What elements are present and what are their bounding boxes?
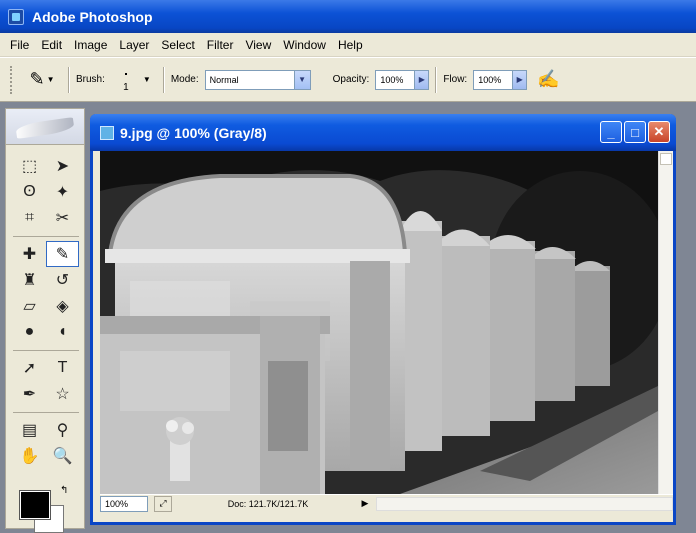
horizontal-scrollbar[interactable] [376,496,673,511]
document-window: 9.jpg @ 100% (Gray/8) _ □ ✕ 100% ⤢ Doc: … [90,114,676,525]
mode-dropdown-icon[interactable]: ▼ [293,70,310,89]
zoom-tool-icon[interactable]: 🔍 [46,443,79,469]
marquee-tool-icon[interactable]: ⬚ [13,153,46,179]
pen-tool-icon[interactable]: ✒ [13,381,46,407]
tool-preset-picker[interactable]: ✎ ▼ [22,68,62,92]
opacity-value: 100% [380,74,404,85]
flow-value: 100% [478,74,502,85]
type-tool-icon[interactable]: T [46,355,79,381]
scroll-up-arrow[interactable] [660,153,672,165]
brush-label: Brush: [76,74,105,85]
lasso-tool-icon[interactable]: ʘ [13,179,46,205]
zoom-value: 100% [105,498,129,509]
opacity-field[interactable]: 100% [375,69,416,90]
clone-stamp-tool-icon[interactable]: ♜ [13,267,46,293]
separator [162,66,165,93]
image-canvas[interactable] [100,151,658,494]
document-title: 9.jpg @ 100% (Gray/8) [120,124,267,141]
separator [435,66,438,93]
dodge-tool-icon[interactable]: ◖ [46,319,79,345]
brush-tool-icon: ✎ [29,69,45,89]
document-titlebar[interactable]: 9.jpg @ 100% (Gray/8) _ □ ✕ [90,114,676,151]
eraser-tool-icon[interactable]: ▱ [13,293,46,319]
toolbox: ⬚ ➤ ʘ ✦ ⌗ ✂ ✚ ✎ ♜ ↺ ▱ ◈ ● ◖ ➚ T ✒ ☆ ▤ ⚲ … [5,108,85,533]
photoshop-app: Adobe Photoshop File Edit Image Layer Se… [0,0,696,533]
magic-wand-tool-icon[interactable]: ✦ [46,179,79,205]
app-title: Adobe Photoshop [32,8,153,25]
app-titlebar: Adobe Photoshop [0,0,696,33]
dropdown-arrow-icon: ▼ [46,75,55,84]
zoom-field[interactable]: 100% [100,495,148,512]
minimize-button[interactable]: _ [600,121,622,143]
opacity-label: Opacity: [332,74,370,85]
color-swatches: ↰ [16,485,76,533]
options-bar: ✎ ▼ Brush: 1 ▼ Mode: Normal ▼ Opacity: 10… [0,57,696,102]
airbrush-icon[interactable]: ✍ [537,69,559,90]
path-selection-tool-icon[interactable]: ➚ [13,355,46,381]
menu-layer[interactable]: Layer [113,38,155,52]
opacity-slider-arrow-icon[interactable]: ▶ [415,69,430,90]
shape-tool-icon[interactable]: ☆ [46,381,79,407]
menu-edit[interactable]: Edit [35,38,68,52]
crop-tool-icon[interactable]: ⌗ [13,205,46,231]
menu-filter[interactable]: Filter [201,38,240,52]
status-menu-arrow-icon[interactable]: ▶ [358,497,372,511]
swap-colors-icon[interactable]: ↰ [60,485,68,496]
history-brush-tool-icon[interactable]: ↺ [46,267,79,293]
menu-view[interactable]: View [239,38,277,52]
tomb-photo [100,151,658,494]
front-small-tomb [100,316,330,494]
document-icon [100,125,114,140]
menu-file[interactable]: File [4,38,35,52]
zoom-menu-icon[interactable]: ⤢ [154,495,172,512]
flow-slider-arrow-icon[interactable]: ▶ [513,69,528,90]
move-tool-icon[interactable]: ➤ [46,153,79,179]
menu-image[interactable]: Image [68,38,113,52]
photoshop-icon [8,8,24,25]
mode-select[interactable]: Normal ▼ [204,69,311,90]
window-controls: _ □ ✕ [600,121,670,143]
hand-tool-icon[interactable]: ✋ [13,443,46,469]
tool-grid: ⬚ ➤ ʘ ✦ ⌗ ✂ ✚ ✎ ♜ ↺ ▱ ◈ ● ◖ ➚ T ✒ ☆ ▤ ⚲ … [13,153,79,469]
vertical-scrollbar[interactable] [658,151,673,494]
menu-help[interactable]: Help [332,38,369,52]
blur-tool-icon[interactable]: ● [13,319,46,345]
paint-bucket-tool-icon[interactable]: ◈ [46,293,79,319]
menu-select[interactable]: Select [155,38,200,52]
menu-window[interactable]: Window [277,38,332,52]
menu-bar: File Edit Image Layer Select Filter View… [0,33,696,57]
foreground-color-swatch[interactable] [19,490,51,520]
flow-label: Flow: [443,74,468,85]
doc-info: Doc: 121.7K/121.7K [227,498,309,509]
slice-tool-icon[interactable]: ✂ [46,205,79,231]
flow-field[interactable]: 100% [473,69,514,90]
status-bar: 100% ⤢ Doc: 121.7K/121.7K ▶ [100,494,673,512]
separator [68,66,70,93]
brush-dropdown-icon[interactable]: ▼ [143,75,151,84]
brush-tool-icon[interactable]: ✎ [46,241,79,267]
brush-picker[interactable]: 1 [111,67,141,93]
close-button[interactable]: ✕ [648,121,670,143]
mode-label: Mode: [170,74,199,85]
eyedropper-tool-icon[interactable]: ⚲ [46,417,79,443]
toolbox-header-feather-icon[interactable] [6,109,84,145]
healing-brush-tool-icon[interactable]: ✚ [13,241,46,267]
maximize-button[interactable]: □ [624,121,646,143]
brush-size: 1 [123,81,129,93]
options-grip[interactable] [10,65,14,94]
mode-value: Normal [209,74,239,85]
notes-tool-icon[interactable]: ▤ [13,417,46,443]
